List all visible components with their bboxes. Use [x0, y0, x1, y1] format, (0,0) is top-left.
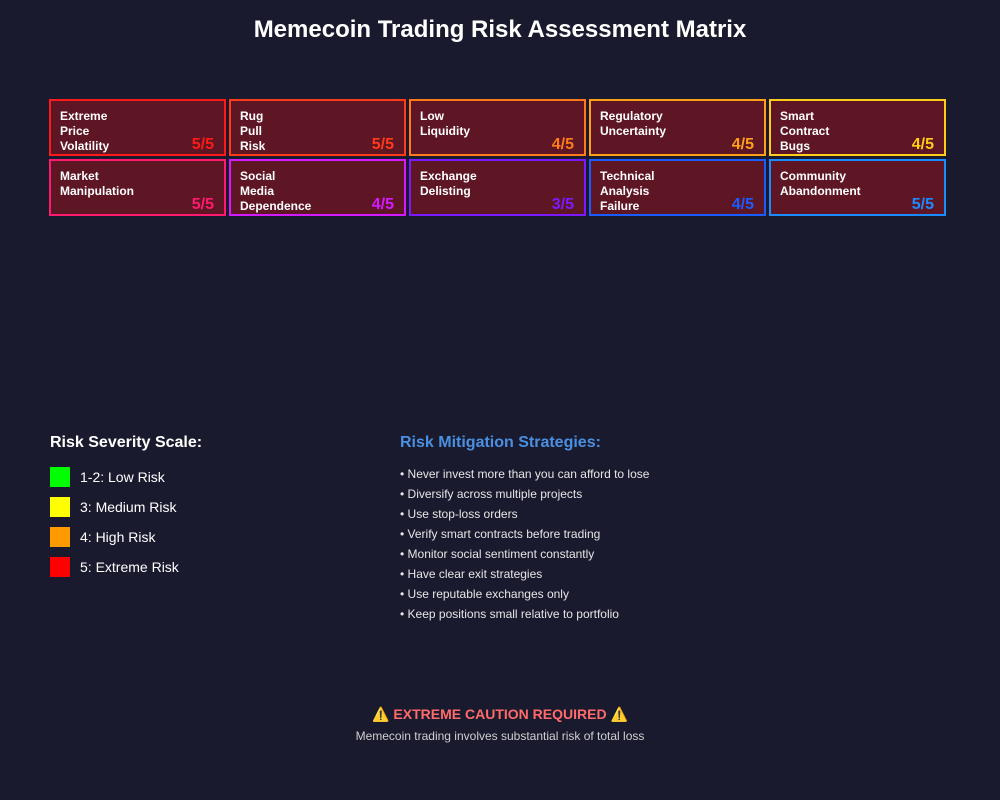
risk-score: 5/5 — [371, 136, 394, 153]
legend-item: 1-2: Low Risk — [50, 467, 202, 487]
risk-label: Extreme Price Volatility — [60, 109, 110, 153]
risk-label: Social Media Dependence — [240, 169, 312, 213]
risk-label: Technical Analysis Failure — [600, 169, 655, 213]
risk-label: Exchange Delisting — [420, 169, 477, 198]
legend-swatch — [50, 527, 70, 547]
legend-swatch — [50, 557, 70, 577]
caution-subtext: Memecoin trading involves substantial ri… — [355, 729, 645, 743]
risk-label: Market Manipulation — [60, 169, 134, 198]
risk-matrix: Extreme Price Volatility 5/5 Rug Pull Ris… — [49, 99, 946, 216]
risk-card: Rug Pull Risk 5/5 — [229, 99, 406, 156]
legend-label: 3: Medium Risk — [80, 499, 177, 515]
risk-card: Social Media Dependence 4/5 — [229, 159, 406, 216]
risk-score: 4/5 — [731, 136, 754, 153]
risk-score: 4/5 — [371, 196, 394, 213]
risk-label: Low Liquidity — [420, 109, 470, 138]
risk-card: Community Abandonment 5/5 — [769, 159, 946, 216]
mitigation-item: • Never invest more than you can afford … — [400, 467, 650, 481]
risk-score: 4/5 — [551, 136, 574, 153]
risk-label: Smart Contract Bugs — [780, 109, 830, 153]
risk-score: 3/5 — [551, 196, 574, 213]
legend-label: 5: Extreme Risk — [80, 559, 179, 575]
mitigation-item: • Use stop-loss orders — [400, 507, 518, 521]
mitigation-item: • Use reputable exchanges only — [400, 587, 569, 601]
page-title: Memecoin Trading Risk Assessment Matrix — [253, 16, 747, 43]
legend-item: 3: Medium Risk — [50, 497, 202, 517]
legend-title: Risk Severity Scale: — [50, 434, 203, 451]
risk-card: Smart Contract Bugs 4/5 — [769, 99, 946, 156]
legend-label: 4: High Risk — [80, 529, 156, 545]
mitigation-item: • Verify smart contracts before trading — [400, 527, 601, 541]
mitigation-item: • Have clear exit strategies — [400, 567, 543, 581]
risk-card: Extreme Price Volatility 5/5 — [49, 99, 226, 156]
risk-card: Market Manipulation 5/5 — [49, 159, 226, 216]
risk-score: 5/5 — [191, 136, 214, 153]
risk-score: 5/5 — [191, 196, 214, 213]
mitigation-strategies: Risk Mitigation Strategies: • Never inve… — [400, 434, 649, 624]
mitigation-item: • Diversify across multiple projects — [400, 487, 583, 501]
risk-card: Regulatory Uncertainty 4/5 — [589, 99, 766, 156]
risk-card: Exchange Delisting 3/5 — [409, 159, 586, 216]
severity-legend: Risk Severity Scale: 1-2: Low Risk 3: Me… — [50, 434, 202, 587]
risk-score: 5/5 — [911, 196, 934, 213]
legend-item: 5: Extreme Risk — [50, 557, 202, 577]
mitigation-item: • Keep positions small relative to portf… — [400, 607, 619, 621]
risk-card: Technical Analysis Failure 4/5 — [589, 159, 766, 216]
risk-score: 4/5 — [731, 196, 754, 213]
risk-label: Community Abandonment — [780, 169, 861, 198]
risk-label: Regulatory Uncertainty — [600, 109, 667, 138]
risk-label: Rug Pull Risk — [240, 109, 266, 153]
legend-swatch — [50, 497, 70, 517]
risk-score: 4/5 — [911, 136, 934, 153]
mitigation-title: Risk Mitigation Strategies: — [400, 434, 601, 451]
legend-item: 4: High Risk — [50, 527, 202, 547]
risk-card: Low Liquidity 4/5 — [409, 99, 586, 156]
legend-swatch — [50, 467, 70, 487]
legend-label: 1-2: Low Risk — [80, 469, 165, 485]
caution-warning: ⚠️ EXTREME CAUTION REQUIRED ⚠️ — [372, 706, 628, 722]
mitigation-item: • Monitor social sentiment constantly — [400, 547, 595, 561]
